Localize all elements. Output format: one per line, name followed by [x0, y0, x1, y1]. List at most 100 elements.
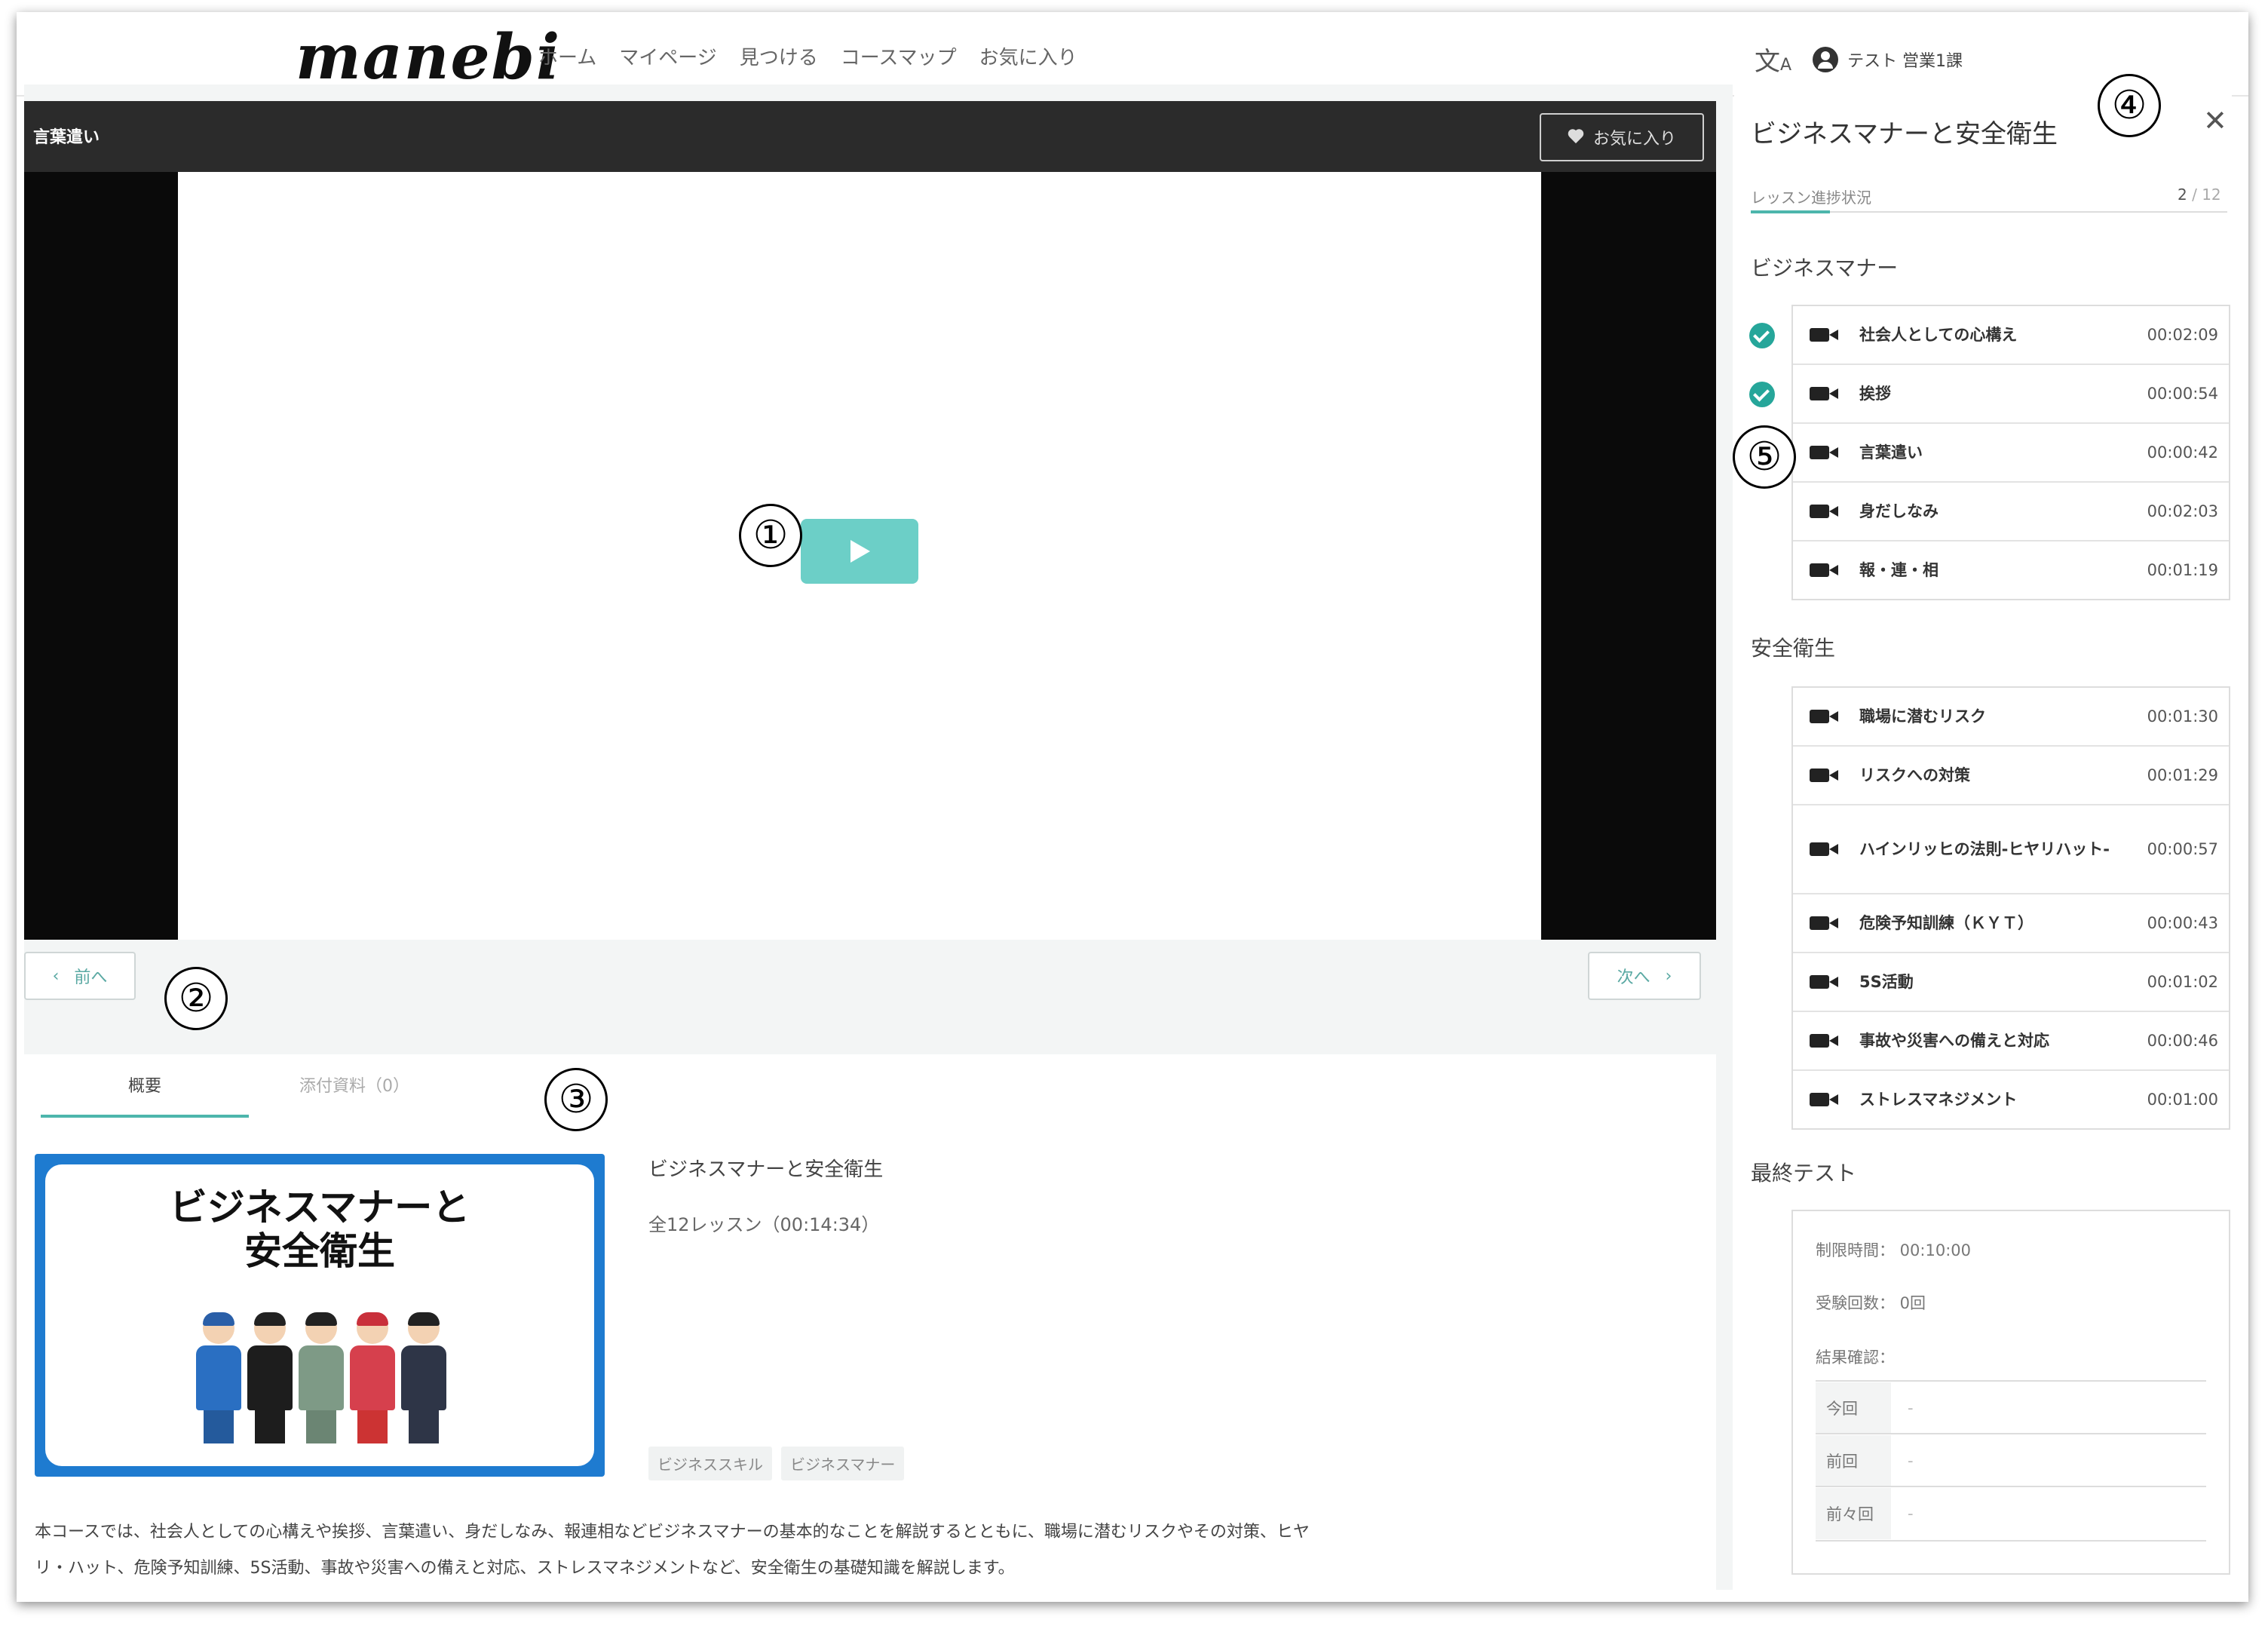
result-row: 今回 -	[1816, 1380, 2206, 1434]
lesson-name: 報・連・相	[1859, 561, 1939, 579]
video-camera-icon	[1810, 769, 1838, 782]
nav-home[interactable]: ホーム	[538, 42, 596, 70]
section-title-safety: 安全衛生	[1751, 636, 1836, 661]
marker-1: ①	[739, 504, 802, 567]
nav-discover[interactable]: 見つける	[740, 42, 818, 70]
lesson-name: 社会人としての心構え	[1859, 326, 2018, 344]
lesson-item[interactable]: 事故や災害への備えと対応 00:00:46	[1793, 1012, 2229, 1071]
progress-bar-fill	[1751, 210, 1831, 213]
thumbnail-title: ビジネスマナーと 安全衛生	[169, 1186, 470, 1273]
tab-overview[interactable]: 概要	[41, 1054, 249, 1118]
video-camera-icon	[1810, 328, 1838, 342]
course-title: ビジネスマナーと安全衛生	[648, 1158, 884, 1181]
sidebar-course-title: ビジネスマナーと安全衛生	[1751, 119, 2058, 149]
lesson-item[interactable]: リスクへの対策 00:01:29	[1793, 747, 2229, 805]
lesson-name: ハインリッヒの法則-ヒヤリハット-	[1859, 840, 2110, 858]
tag[interactable]: ビジネスマナー	[781, 1447, 905, 1480]
lesson-list-business: 社会人としての心構え 00:02:09 挨拶 00:00:54 言葉遣い 00:00:42…	[1749, 305, 2230, 600]
lesson-item[interactable]: ハインリッヒの法則-ヒヤリハット- 00:00:57	[1793, 805, 2229, 894]
next-label: 次へ	[1617, 968, 1650, 987]
favorite-label: お気に入り	[1592, 130, 1676, 149]
progress-label: レッスン進捗状況	[1751, 189, 1871, 207]
nav-mypage[interactable]: マイページ	[619, 42, 716, 70]
lesson-name: リスクへの対策	[1859, 766, 1970, 784]
lesson-item[interactable]: 身だしなみ 00:02:03	[1793, 483, 2229, 541]
lesson-duration: 00:01:02	[2147, 973, 2218, 991]
test-time-limit: 制限時間： 00:10:00	[1816, 1241, 1971, 1259]
lesson-item[interactable]: 職場に潜むリスク 00:01:30	[1793, 688, 2229, 747]
video-camera-icon	[1810, 1034, 1838, 1048]
close-icon[interactable]: ✕	[2203, 104, 2227, 137]
logo[interactable]: manebi	[296, 21, 561, 94]
lesson-name: 身だしなみ	[1859, 502, 1939, 520]
nav-coursemap[interactable]: コースマップ	[841, 42, 957, 70]
lesson-item[interactable]: 言葉遣い 00:00:42	[1793, 424, 2229, 483]
course-thumbnail: ビジネスマナーと 安全衛生	[35, 1154, 605, 1477]
lesson-name: 挨拶	[1859, 385, 1891, 403]
chevron-right-icon: ›	[1665, 966, 1672, 986]
prev-lesson-button[interactable]: ‹ 前へ	[24, 952, 136, 1000]
test-attempts: 受験回数： 0回	[1816, 1294, 1926, 1312]
lesson-name: ストレスマネジメント	[1859, 1091, 2018, 1109]
marker-2: ②	[164, 967, 228, 1030]
lesson-item[interactable]: 挨拶 00:00:54	[1749, 365, 2229, 424]
video-lesson-title: 言葉遣い	[33, 128, 100, 147]
user-name: テスト 営業1課	[1847, 51, 1963, 71]
video-camera-icon	[1810, 916, 1838, 930]
marker-5: ⑤	[1733, 425, 1796, 489]
lesson-name: 言葉遣い	[1859, 443, 1923, 462]
result-row: 前々回 -	[1816, 1486, 2206, 1542]
final-test-box[interactable]: 制限時間： 00:10:00 受験回数： 0回 結果確認： 今回 - 前回 - …	[1791, 1210, 2230, 1575]
play-button[interactable]	[801, 519, 918, 584]
check-circle-icon	[1749, 382, 1775, 407]
result-row: 前回 -	[1816, 1433, 2206, 1487]
lesson-item[interactable]: ストレスマネジメント 00:01:00	[1793, 1071, 2229, 1128]
main-nav: ホーム マイページ 見つける コースマップ お気に入り	[538, 42, 1077, 70]
progress-count: 2 / 12	[2178, 186, 2221, 204]
lesson-duration: 00:00:46	[2147, 1032, 2218, 1050]
next-lesson-button[interactable]: 次へ ›	[1588, 952, 1701, 1000]
lesson-item[interactable]: 報・連・相 00:01:19	[1793, 541, 2229, 599]
video-camera-icon	[1810, 505, 1838, 518]
prev-label: 前へ	[74, 968, 108, 987]
header-right: 文A テスト 営業1課	[1755, 41, 1963, 78]
lesson-item[interactable]: 5S活動 00:01:02	[1793, 953, 2229, 1012]
lesson-name: 職場に潜むリスク	[1859, 707, 1986, 726]
section-title-final-test: 最終テスト	[1751, 1161, 1857, 1186]
lesson-name: 危険予知訓練（ＫＹＴ）	[1859, 914, 2034, 932]
marker-3: ③	[544, 1068, 608, 1131]
nav-favorites[interactable]: お気に入り	[979, 42, 1077, 70]
lesson-item[interactable]: 社会人としての心構え 00:02:09	[1749, 306, 2229, 365]
lesson-duration: 00:01:30	[2147, 707, 2218, 726]
course-tags: ビジネススキル ビジネスマナー	[648, 1447, 905, 1480]
favorite-button[interactable]: お気に入り	[1540, 113, 1704, 161]
lesson-duration: 00:00:54	[2147, 385, 2218, 403]
progress-bar	[1751, 210, 2227, 213]
video-title-bar: 言葉遣い お気に入り	[24, 101, 1716, 172]
user-menu[interactable]: テスト 営業1課	[1813, 46, 1963, 72]
video-camera-icon	[1810, 710, 1838, 723]
lesson-duration: 00:02:09	[2147, 326, 2218, 344]
chevron-left-icon: ‹	[52, 966, 60, 986]
test-results-label: 結果確認：	[1816, 1348, 1895, 1367]
tab-attachments[interactable]: 添付資料（0）	[250, 1054, 458, 1115]
app-viewport: manebi ホーム マイページ 見つける コースマップ お気に入り 文A テス…	[17, 12, 2248, 1602]
video-camera-icon	[1810, 387, 1838, 400]
marker-4: ④	[2098, 74, 2161, 137]
people-illustration	[196, 1293, 467, 1443]
lesson-name: 5S活動	[1859, 973, 1914, 991]
translate-icon[interactable]: 文A	[1755, 41, 1791, 78]
lesson-duration: 00:02:03	[2147, 502, 2218, 520]
course-lessons-summary: 全12レッスン（00:14:34）	[648, 1214, 880, 1235]
lesson-duration: 00:01:29	[2147, 766, 2218, 784]
lesson-duration: 00:00:42	[2147, 443, 2218, 462]
video-camera-icon	[1810, 842, 1838, 856]
tag[interactable]: ビジネススキル	[648, 1447, 772, 1480]
heart-icon	[1568, 130, 1584, 145]
video-camera-icon	[1810, 563, 1838, 577]
lesson-item[interactable]: 危険予知訓練（ＫＹＴ） 00:00:43	[1793, 894, 2229, 953]
lesson-list-safety: 職場に潜むリスク 00:01:30 リスクへの対策 00:01:29 ハインリッヒの法則…	[1791, 686, 2230, 1130]
video-camera-icon	[1810, 975, 1838, 989]
lesson-duration: 00:00:43	[2147, 914, 2218, 932]
lesson-duration: 00:00:57	[2147, 840, 2218, 858]
